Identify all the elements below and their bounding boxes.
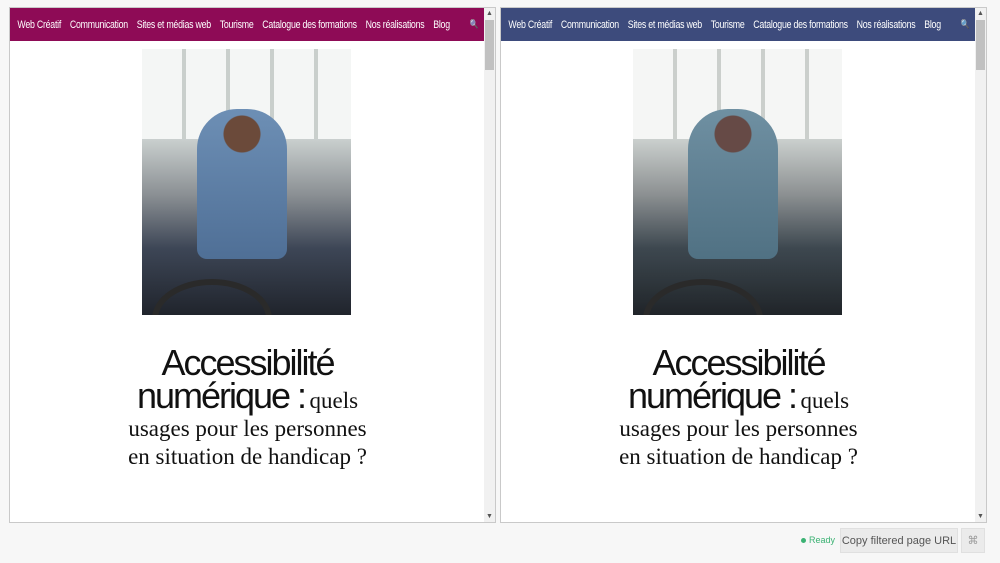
search-icon[interactable]: 🔍 bbox=[960, 19, 969, 30]
nav-catalogue-formations[interactable]: Catalogue des formations bbox=[262, 19, 357, 31]
site-nav: Web Créatif Communication Sites et média… bbox=[501, 8, 976, 41]
nav-communication[interactable]: Communication bbox=[560, 19, 618, 31]
scroll-up-icon[interactable]: ▲ bbox=[975, 8, 986, 19]
scroll-down-icon[interactable]: ▼ bbox=[975, 511, 986, 522]
article-title: Accessibilité numérique : quels usages p… bbox=[128, 342, 367, 470]
scroll-up-icon[interactable]: ▲ bbox=[484, 8, 495, 19]
scrollbar[interactable]: ▲ ▼ bbox=[484, 8, 495, 522]
status-indicator: Ready bbox=[801, 535, 835, 545]
nav-nos-realisations[interactable]: Nos réalisations bbox=[856, 19, 915, 31]
scrollbar[interactable]: ▲ ▼ bbox=[975, 8, 986, 522]
site-nav: Web Créatif Communication Sites et média… bbox=[10, 8, 485, 41]
fullscreen-exit-icon[interactable]: ⌘ bbox=[961, 528, 985, 553]
original-preview-pane: Web Créatif Communication Sites et média… bbox=[9, 7, 496, 523]
nav-web-creatif[interactable]: Web Créatif bbox=[17, 19, 61, 31]
nav-catalogue-formations[interactable]: Catalogue des formations bbox=[753, 19, 848, 31]
copy-filtered-url-button[interactable]: Copy filtered page URL bbox=[840, 528, 958, 553]
nav-communication[interactable]: Communication bbox=[69, 19, 127, 31]
scroll-down-icon[interactable]: ▼ bbox=[484, 511, 495, 522]
article-photo bbox=[633, 49, 842, 315]
nav-blog[interactable]: Blog bbox=[924, 19, 941, 31]
nav-sites-medias-web[interactable]: Sites et médias web bbox=[627, 19, 701, 31]
nav-web-creatif[interactable]: Web Créatif bbox=[508, 19, 552, 31]
nav-tourisme[interactable]: Tourisme bbox=[219, 19, 253, 31]
search-icon[interactable]: 🔍 bbox=[469, 19, 478, 30]
nav-sites-medias-web[interactable]: Sites et médias web bbox=[136, 19, 210, 31]
filtered-preview-pane: Web Créatif Communication Sites et média… bbox=[500, 7, 987, 523]
status-dot-icon bbox=[801, 537, 806, 543]
nav-tourisme[interactable]: Tourisme bbox=[710, 19, 744, 31]
article-photo bbox=[142, 49, 351, 315]
nav-blog[interactable]: Blog bbox=[433, 19, 450, 31]
article-title: Accessibilité numérique : quels usages p… bbox=[619, 342, 858, 470]
nav-nos-realisations[interactable]: Nos réalisations bbox=[365, 19, 424, 31]
